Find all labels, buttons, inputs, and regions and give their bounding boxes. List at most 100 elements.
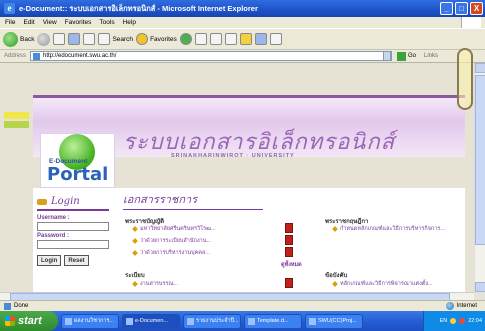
doc-link-text: มหาวิทยาลัยศรีนครินทรวิโรฒ... [140,226,216,232]
scroll-down-button[interactable] [475,282,485,292]
go-label: Go [408,53,417,59]
key-icon [37,198,47,205]
start-button[interactable]: start [0,311,58,331]
task-label: Template.d... [257,318,289,324]
pdf-icon[interactable] [285,223,293,233]
task-label: SWU(CC)Proj... [318,318,357,324]
media-button[interactable] [179,33,192,45]
back-button[interactable]: Back [3,31,34,47]
doc-link[interactable]: งานสารบรรณ... [132,280,179,288]
standard-toolbar: Back Search Favorites [0,28,485,50]
task-label: ผลงานวิชาการ... [74,318,114,324]
menu-view[interactable]: View [43,19,57,26]
side-tab-yellow [4,112,29,119]
scroll-up-button[interactable] [475,63,485,73]
menu-tools[interactable]: Tools [99,19,114,26]
folder-button[interactable] [239,33,252,45]
page-icon [33,52,40,60]
system-tray: EN 22:04 [423,311,485,331]
menu-favorites[interactable]: Favorites [65,19,92,26]
section-title: ข้อบังคับ [325,273,348,279]
address-dropdown-button[interactable] [383,51,391,61]
documents-panel: เอกสารราชการ [123,190,423,210]
language-indicator[interactable]: EN [440,318,448,324]
doc-link[interactable]: ว่าด้วยการบริหารงานบุคคล... [132,249,210,257]
password-input[interactable] [37,240,109,249]
maximize-button[interactable]: □ [455,2,468,15]
side-tab-green [4,121,29,128]
task-icon [65,317,72,325]
research-button[interactable] [269,33,282,45]
start-label: start [18,315,42,327]
taskbar: start ผลงานวิชาการ... e-Documen... รายงา… [0,311,485,331]
doc-link[interactable]: หลักเกณฑ์และวิธีการพิจารณาแต่งตั้ง... [332,280,433,288]
taskbar-item[interactable]: ผลงานวิชาการ... [61,313,119,329]
taskbar-item[interactable]: e-Documen... [122,313,180,329]
login-title: Login [51,196,80,207]
doc-link-text: งานสารบรรณ... [140,281,179,287]
refresh-button[interactable] [68,33,81,45]
address-bar: Address http://edocument.swu.ac.th/ Go L… [0,50,485,63]
search-label: Search [112,35,134,43]
site-subtitle: SRINAKHARINWIROT · UNIVERSITY [171,153,295,159]
address-url: http://edocument.swu.ac.th/ [43,53,117,59]
tray-icon[interactable] [450,318,457,324]
view-all-link[interactable]: ดูทั้งหมด [281,261,302,269]
section-title: ระเบียบ [125,273,145,279]
tray-icon[interactable] [459,318,466,324]
documents-title: เอกสารราชการ [123,193,198,206]
pdf-icon[interactable] [285,247,293,257]
search-button[interactable]: Search [98,33,133,45]
star-icon [136,33,149,45]
ie-task-icon [126,317,133,325]
menu-file[interactable]: File [5,19,15,26]
print-button[interactable] [224,33,237,45]
login-button[interactable]: Login [37,255,62,266]
doc-link-text: ว่าด้วยการบริหารงานบุคคล... [140,250,210,256]
doc-link-text: กำหนดหลักเกณฑ์และวิธีการบริหารกิจการ... [340,226,445,232]
doc-link[interactable]: ว่าด้วยการระเบียบสำนักงาน... [132,237,211,245]
taskbar-item[interactable]: SWU(CC)Proj... [305,313,363,329]
title-bar[interactable]: e e-Document:: ระบบเอกสารอิเล็กทรอนิกส์ … [0,0,485,17]
reset-button[interactable]: Reset [64,255,89,266]
main-content: Login Username : Password : Login Reset … [33,188,465,292]
status-done: Done [0,302,29,310]
windows-logo-icon [461,17,481,28]
taskbar-item[interactable]: รายงานประจำปี... [183,313,241,329]
status-text: Done [14,303,29,309]
doc-link[interactable]: มหาวิทยาลัยศรีนครินทรวิโรฒ... [132,225,216,233]
bullet-icon [132,226,138,232]
window-title: e-Document:: ระบบเอกสารอิเล็กทรอนิกส์ - … [19,3,258,13]
stop-button[interactable] [53,33,66,45]
forward-button[interactable] [37,32,51,46]
address-input[interactable]: http://edocument.swu.ac.th/ [30,51,392,61]
login-header: Login [37,196,112,207]
task-icon [248,317,255,325]
go-button[interactable]: Go [397,51,417,61]
bullet-icon [332,281,338,287]
links-button[interactable]: Links [424,53,438,59]
pdf-icon[interactable] [285,235,293,245]
home-button[interactable] [83,33,96,45]
task-label: e-Documen... [135,318,169,324]
status-bar: Done Internet [0,300,485,311]
close-button[interactable]: X [470,2,483,15]
login-divider [37,209,109,211]
vertical-scrollbar[interactable] [474,63,485,292]
mail-button[interactable] [209,33,222,45]
history-button[interactable] [194,33,207,45]
favorites-button[interactable]: Favorites [136,33,177,45]
task-label: รายงานประจำปี... [196,318,239,324]
edocument-portal-logo: E-Document Portal [40,133,115,188]
doc-link[interactable]: กำหนดหลักเกณฑ์และวิธีการบริหารกิจการ... [332,225,445,233]
username-input[interactable] [37,222,109,231]
pdf-icon[interactable] [285,278,293,288]
taskbar-item[interactable]: Template.d... [244,313,302,329]
messenger-button[interactable] [254,33,267,45]
scroll-thumb[interactable] [475,75,485,245]
menu-edit[interactable]: Edit [23,19,34,26]
bullet-icon [332,226,338,232]
menu-help[interactable]: Help [123,19,136,26]
minimize-button[interactable]: _ [440,2,453,15]
horizontal-scrollbar[interactable] [0,292,474,301]
